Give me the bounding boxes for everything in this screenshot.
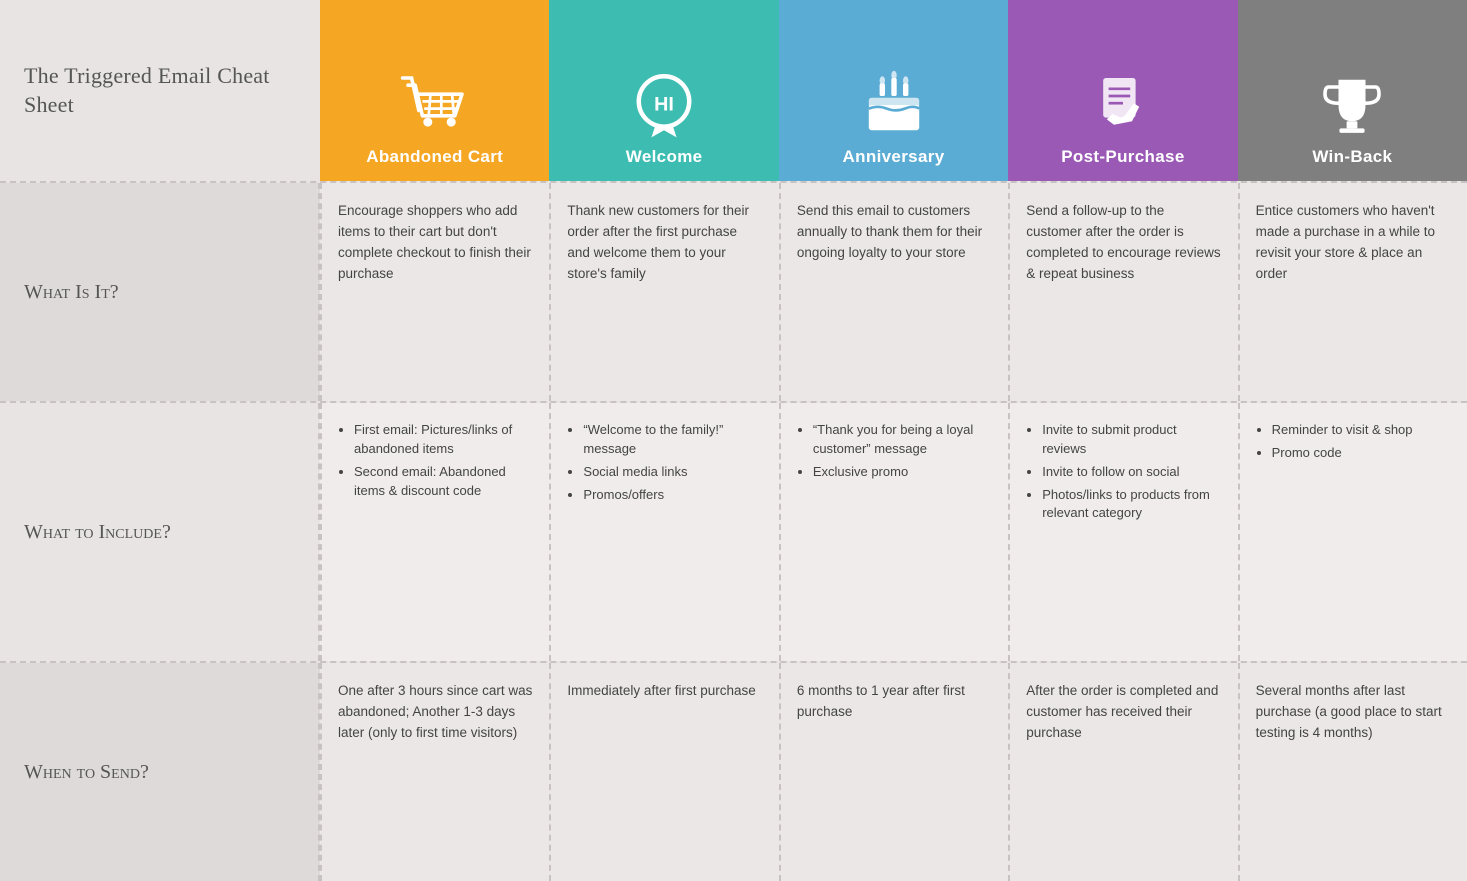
col-label-welcome: Welcome (626, 147, 703, 167)
row-what-to-include: What to Include? First email: Pictures/l… (0, 401, 1467, 661)
cell-include-abandoned-cart: First email: Pictures/links of abandoned… (320, 403, 549, 661)
cell-what-is-it-abandoned-cart: Encourage shoppers who add items to thei… (320, 183, 549, 401)
svg-text:HI: HI (654, 93, 674, 115)
list-item: First email: Pictures/links of abandoned… (354, 421, 533, 459)
cell-when-abandoned-cart: One after 3 hours since cart was abandon… (320, 663, 549, 881)
header-welcome: HI Welcome (549, 0, 778, 181)
row-label: What Is It? (24, 279, 119, 305)
label-what-to-include: What to Include? (0, 403, 320, 661)
list-item: “Welcome to the family!” message (583, 421, 762, 459)
label-what-is-it: What Is It? (0, 183, 320, 401)
text: Encourage shoppers who add items to thei… (338, 201, 533, 285)
label-when-to-send: When to Send? (0, 663, 320, 881)
list-item: Reminder to visit & shop (1272, 421, 1413, 440)
header-row: The Triggered Email Cheat Sheet Abandone… (0, 0, 1467, 181)
cell-what-is-it-post-purchase: Send a follow-up to the customer after t… (1008, 183, 1237, 401)
cake-icon (858, 69, 930, 141)
text: Send this email to customers annually to… (797, 201, 992, 264)
list: First email: Pictures/links of abandoned… (338, 421, 533, 504)
text: Send a follow-up to the customer after t… (1026, 201, 1221, 285)
cell-when-welcome: Immediately after first purchase (549, 663, 778, 881)
header-abandoned-cart: Abandoned Cart (320, 0, 549, 181)
row-what-is-it: What Is It? Encourage shoppers who add i… (0, 181, 1467, 401)
cell-when-post-purchase: After the order is completed and custome… (1008, 663, 1237, 881)
cheat-sheet-table: The Triggered Email Cheat Sheet Abandone… (0, 0, 1467, 881)
text: Entice customers who haven't made a purc… (1256, 201, 1451, 285)
cell-include-post-purchase: Invite to submit product reviews Invite … (1008, 403, 1237, 661)
text: After the order is completed and custome… (1026, 681, 1221, 744)
list: Invite to submit product reviews Invite … (1026, 421, 1221, 527)
trophy-icon (1316, 69, 1388, 141)
cell-include-welcome: “Welcome to the family!” message Social … (549, 403, 778, 661)
list: “Welcome to the family!” message Social … (567, 421, 762, 508)
cart-icon (399, 69, 471, 141)
list-item: Social media links (583, 463, 762, 482)
row-label: When to Send? (24, 759, 149, 785)
list-item: Promo code (1272, 444, 1413, 463)
row-label: What to Include? (24, 519, 171, 545)
row-when-to-send: When to Send? One after 3 hours since ca… (0, 661, 1467, 881)
cell-when-anniversary: 6 months to 1 year after first purchase (779, 663, 1008, 881)
list: “Thank you for being a loyal customer” m… (797, 421, 992, 486)
text: Immediately after first purchase (567, 681, 755, 702)
text: One after 3 hours since cart was abandon… (338, 681, 533, 744)
list-item: Invite to follow on social (1042, 463, 1221, 482)
cell-what-is-it-anniversary: Send this email to customers annually to… (779, 183, 1008, 401)
list-item: Exclusive promo (813, 463, 992, 482)
list-item: Second email: Abandoned items & discount… (354, 463, 533, 501)
cell-what-is-it-welcome: Thank new customers for their order afte… (549, 183, 778, 401)
list-item: Invite to submit product reviews (1042, 421, 1221, 459)
col-label-anniversary: Anniversary (843, 147, 945, 167)
header-post-purchase: Post-Purchase (1008, 0, 1237, 181)
text: 6 months to 1 year after first purchase (797, 681, 992, 723)
cell-include-win-back: Reminder to visit & shop Promo code (1238, 403, 1467, 661)
cell-when-win-back: Several months after last purchase (a go… (1238, 663, 1467, 881)
header-anniversary: Anniversary (779, 0, 1008, 181)
text: Several months after last purchase (a go… (1256, 681, 1451, 744)
col-label-post-purchase: Post-Purchase (1061, 147, 1184, 167)
page-title: The Triggered Email Cheat Sheet (24, 62, 296, 119)
list-item: Promos/offers (583, 486, 762, 505)
title-cell: The Triggered Email Cheat Sheet (0, 0, 320, 181)
col-label-abandoned-cart: Abandoned Cart (366, 147, 503, 167)
cell-include-anniversary: “Thank you for being a loyal customer” m… (779, 403, 1008, 661)
cell-what-is-it-win-back: Entice customers who haven't made a purc… (1238, 183, 1467, 401)
hi-icon: HI (628, 69, 700, 141)
list-item: “Thank you for being a loyal customer” m… (813, 421, 992, 459)
col-label-win-back: Win-Back (1312, 147, 1392, 167)
text: Thank new customers for their order afte… (567, 201, 762, 285)
header-win-back: Win-Back (1238, 0, 1467, 181)
hand-icon (1087, 69, 1159, 141)
list-item: Photos/links to products from relevant c… (1042, 486, 1221, 524)
list: Reminder to visit & shop Promo code (1256, 421, 1413, 467)
